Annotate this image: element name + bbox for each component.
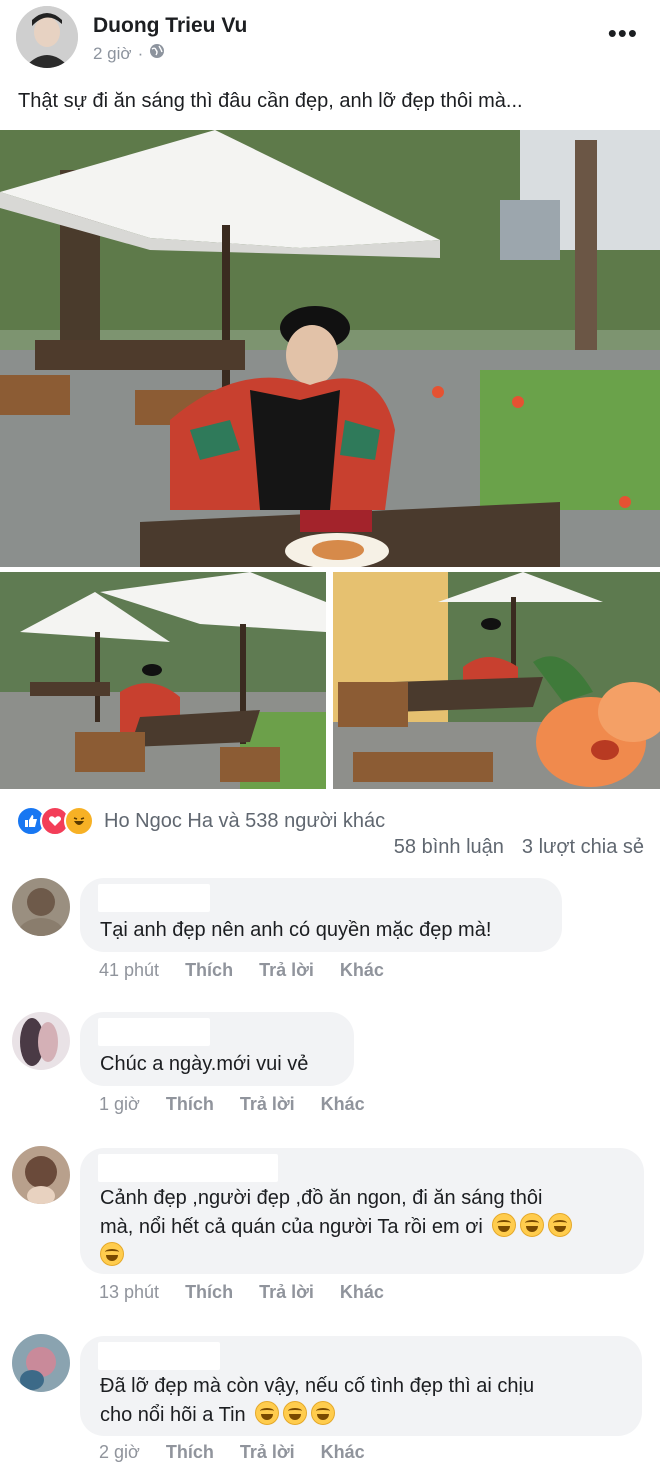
more-button[interactable]: Khác xyxy=(340,1282,384,1303)
comment-text: Đã lỡ đẹp mà còn vậy, nếu cố tình đẹp th… xyxy=(100,1372,534,1430)
more-button[interactable]: Khác xyxy=(321,1094,365,1115)
share-count[interactable]: 3 lượt chia sẻ xyxy=(522,836,644,859)
more-options-icon[interactable]: ••• xyxy=(608,18,638,49)
post-time[interactable]: 2 giờ xyxy=(93,44,132,64)
haha-icon xyxy=(64,806,94,836)
comment-actions: 13 phút Thích Trả lời Khác xyxy=(99,1282,384,1303)
reply-button[interactable]: Trả lời xyxy=(259,1282,314,1303)
commenter-name-redacted xyxy=(98,1342,220,1370)
grinning-sweat-emoji-icon xyxy=(520,1213,545,1237)
comment-item: Đã lỡ đẹp mà còn vậy, nếu cố tình đẹp th… xyxy=(0,1334,660,1481)
like-button[interactable]: Thích xyxy=(166,1442,214,1463)
commenter-name-redacted xyxy=(98,1018,210,1046)
comment-text-line: mà, nổi hết cả quán của người Ta rồi em … xyxy=(100,1216,483,1238)
comment-actions: 1 giờ Thích Trả lời Khác xyxy=(99,1094,365,1115)
post-header: Duong Trieu Vu 2 giờ · ••• xyxy=(0,0,660,80)
post-photo-3[interactable] xyxy=(333,572,660,789)
reply-button[interactable]: Trả lời xyxy=(259,960,314,981)
globe-icon xyxy=(149,43,165,64)
comment-actions: 41 phút Thích Trả lời Khác xyxy=(99,960,384,981)
comment-bubble: Tại anh đẹp nên anh có quyền mặc đẹp mà! xyxy=(80,878,562,952)
comment-text-line: mà, nổi hết cả quán của người Ta rồi em … xyxy=(100,1213,573,1242)
like-button[interactable]: Thích xyxy=(185,960,233,981)
comment-count[interactable]: 58 bình luận xyxy=(394,836,504,859)
comment-time[interactable]: 1 giờ xyxy=(99,1094,140,1115)
commenter-name-redacted xyxy=(98,1154,278,1182)
comment-text-line: cho nổi hõi a Tin xyxy=(100,1401,534,1430)
comment-text: Chúc a ngày.mới vui vẻ xyxy=(100,1053,309,1075)
commenter-name-redacted xyxy=(98,884,210,912)
comment-item: Cảnh đẹp ,người đẹp ,đồ ăn ngon, đi ăn s… xyxy=(0,1146,660,1316)
reactions-bar[interactable]: Ho Ngoc Ha và 538 người khác xyxy=(16,806,385,836)
more-button[interactable]: Khác xyxy=(321,1442,365,1463)
reply-button[interactable]: Trả lời xyxy=(240,1442,295,1463)
comment-item: Tại anh đẹp nên anh có quyền mặc đẹp mà!… xyxy=(0,876,660,986)
grinning-sweat-emoji-icon xyxy=(100,1242,124,1266)
comment-text: Tại anh đẹp nên anh có quyền mặc đẹp mà! xyxy=(100,919,492,941)
comment-text-line xyxy=(100,1242,572,1271)
author-name[interactable]: Duong Trieu Vu xyxy=(93,14,247,38)
comment-bubble: Chúc a ngày.mới vui vẻ xyxy=(80,1012,354,1086)
comment-actions: 2 giờ Thích Trả lời Khác xyxy=(99,1442,365,1463)
comment-text-line: cho nổi hõi a Tin xyxy=(100,1404,246,1426)
comment-time[interactable]: 13 phút xyxy=(99,1282,159,1303)
grinning-sweat-emoji-icon xyxy=(548,1213,573,1237)
comment-text-line: Cảnh đẹp ,người đẹp ,đồ ăn ngon, đi ăn s… xyxy=(100,1187,543,1209)
engagement-counts: 58 bình luận 3 lượt chia sẻ xyxy=(394,836,644,859)
grinning-sweat-emoji-icon xyxy=(492,1213,517,1237)
commenter-avatar[interactable] xyxy=(12,878,70,936)
comment-time[interactable]: 41 phút xyxy=(99,960,159,981)
comment-bubble: Cảnh đẹp ,người đẹp ,đồ ăn ngon, đi ăn s… xyxy=(80,1148,644,1274)
smiling-emoji-icon xyxy=(311,1401,336,1425)
post-photo-2[interactable] xyxy=(0,572,326,789)
comment-bubble: Đã lỡ đẹp mà còn vậy, nếu cố tình đẹp th… xyxy=(80,1336,642,1436)
smiling-emoji-icon xyxy=(283,1401,308,1425)
commenter-avatar[interactable] xyxy=(12,1012,70,1070)
smiling-emoji-icon xyxy=(255,1401,280,1425)
like-button[interactable]: Thích xyxy=(166,1094,214,1115)
reactions-summary[interactable]: Ho Ngoc Ha và 538 người khác xyxy=(104,810,385,833)
reply-button[interactable]: Trả lời xyxy=(240,1094,295,1115)
more-button[interactable]: Khác xyxy=(340,960,384,981)
post-meta: 2 giờ · xyxy=(93,43,165,64)
meta-separator: · xyxy=(137,43,144,63)
comment-item: Chúc a ngày.mới vui vẻ 1 giờ Thích Trả l… xyxy=(0,1010,660,1120)
like-button[interactable]: Thích xyxy=(185,1282,233,1303)
comment-text: Cảnh đẹp ,người đẹp ,đồ ăn ngon, đi ăn s… xyxy=(100,1184,573,1271)
post-photo-main[interactable] xyxy=(0,130,660,567)
post-caption: Thật sự đi ăn sáng thì đâu cần đẹp, anh … xyxy=(18,90,523,112)
commenter-avatar[interactable] xyxy=(12,1334,70,1392)
comment-text-line: Đã lỡ đẹp mà còn vậy, nếu cố tình đẹp th… xyxy=(100,1375,535,1397)
author-avatar[interactable] xyxy=(16,6,78,68)
comment-time[interactable]: 2 giờ xyxy=(99,1442,140,1463)
commenter-avatar[interactable] xyxy=(12,1146,70,1204)
